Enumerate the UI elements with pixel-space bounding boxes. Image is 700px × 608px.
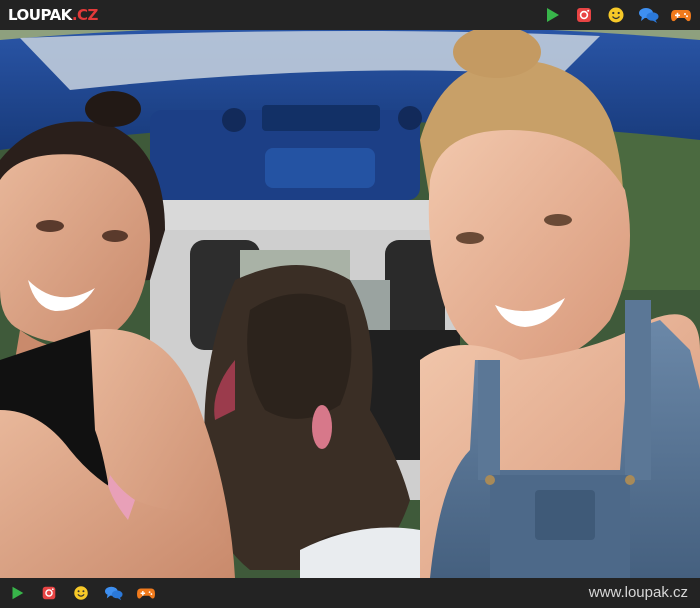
photo-illustration (0, 30, 700, 578)
play-icon[interactable] (8, 584, 28, 604)
site-logo[interactable]: LOUPAK.CZ (8, 5, 98, 25)
play-icon[interactable] (542, 5, 562, 25)
photo (0, 30, 700, 578)
top-icon-bar (542, 5, 691, 25)
smiley-icon[interactable] (72, 584, 92, 604)
instagram-icon[interactable] (574, 5, 594, 25)
smiley-icon[interactable] (606, 5, 626, 25)
gamepad-icon[interactable] (670, 5, 691, 25)
top-bar: LOUPAK.CZ (0, 0, 700, 30)
logo-text: LOUPAK (8, 6, 72, 24)
instagram-icon[interactable] (40, 584, 60, 604)
gamepad-icon[interactable] (136, 584, 156, 604)
bottom-icon-bar (8, 585, 156, 603)
chat-icon[interactable] (104, 584, 124, 604)
site-url[interactable]: www.loupak.cz (589, 584, 688, 601)
chat-icon[interactable] (638, 5, 659, 25)
logo-domain: .CZ (71, 6, 99, 24)
